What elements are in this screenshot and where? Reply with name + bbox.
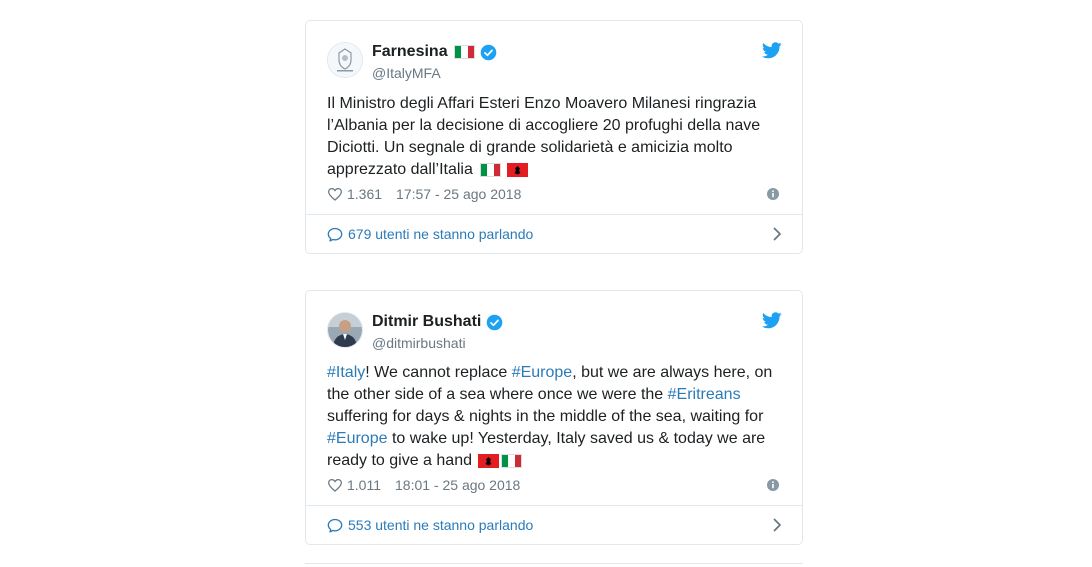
chevron-right-icon	[773, 227, 781, 241]
display-name[interactable]: Ditmir Bushati	[372, 312, 481, 332]
conversation-label: 553 utenti ne stanno parlando	[348, 517, 534, 533]
page-divider	[305, 563, 803, 564]
user-handle[interactable]: @ItalyMFA	[372, 64, 441, 82]
tweet-text-line: #Europe to wake up! Yesterday, Italy sav…	[327, 430, 766, 447]
like-count[interactable]: 1.011	[347, 476, 381, 494]
hashtag-link[interactable]: #Europe	[512, 364, 573, 381]
avatar[interactable]	[327, 312, 363, 348]
user-handle[interactable]: @ditmirbushati	[372, 334, 466, 352]
tweet-text-line: suffering for days & nights in the middl…	[327, 408, 764, 425]
conversation-link[interactable]: 679 utenti ne stanno parlando	[327, 225, 782, 243]
embedded-tweet: Farnesina @ItalyMFA Il Ministro degli Af…	[305, 20, 803, 254]
italy-flag-icon	[479, 163, 501, 177]
albania-flag-icon	[478, 454, 499, 468]
speech-bubble-icon	[327, 227, 343, 241]
heart-icon[interactable]	[327, 478, 343, 492]
embedded-tweet: Ditmir Bushati @ditmirbushati #Italy! We…	[305, 290, 803, 545]
farnesina-emblem-icon	[328, 43, 362, 77]
italy-flag-icon	[501, 454, 522, 468]
conversation-link[interactable]: 553 utenti ne stanno parlando	[327, 516, 782, 534]
speech-bubble-icon	[327, 518, 343, 532]
conversation-label: 679 utenti ne stanno parlando	[348, 226, 534, 242]
divider	[306, 505, 802, 506]
verified-badge-icon	[480, 44, 496, 60]
user-photo-icon	[328, 313, 362, 347]
tweet-text: #Italy! We cannot replace #Europe, but w…	[327, 362, 782, 472]
info-icon[interactable]	[767, 188, 779, 200]
tweet-text-line: the other side of a sea where once we we…	[327, 386, 741, 403]
tweet-text-line: ready to give a hand	[327, 450, 782, 472]
twitter-bird-icon[interactable]	[762, 312, 782, 329]
italy-flag-icon	[453, 45, 475, 59]
tweet-text-line: apprezzato dall’Italia	[327, 159, 782, 181]
albania-flag-icon	[506, 163, 528, 177]
twitter-bird-icon[interactable]	[762, 42, 782, 59]
info-icon[interactable]	[767, 479, 779, 491]
timestamp[interactable]: 18:01 - 25 ago 2018	[395, 476, 520, 494]
divider	[306, 214, 802, 215]
hashtag-link[interactable]: #Eritreans	[668, 386, 741, 403]
tweet-meta: 1.011 18:01 - 25 ago 2018	[327, 476, 520, 494]
like-count[interactable]: 1.361	[347, 185, 382, 203]
tweet-text: Il Ministro degli Affari Esteri Enzo Moa…	[327, 93, 782, 181]
avatar[interactable]	[327, 42, 363, 78]
verified-badge-icon	[487, 314, 503, 330]
chevron-right-icon	[773, 518, 781, 532]
tweet-text-line: #Italy! We cannot replace #Europe, but w…	[327, 364, 773, 381]
timestamp[interactable]: 17:57 - 25 ago 2018	[396, 185, 521, 203]
tweet-meta: 1.361 17:57 - 25 ago 2018	[327, 185, 521, 203]
display-name[interactable]: Farnesina	[372, 42, 448, 62]
tweet-text-line: Il Ministro degli Affari Esteri Enzo Moa…	[327, 95, 757, 112]
hashtag-link[interactable]: #Europe	[327, 430, 388, 447]
tweet-text-line: l’Albania per la decisione di accogliere…	[327, 117, 761, 134]
heart-icon[interactable]	[327, 187, 343, 201]
tweet-text-line: Diciotti. Un segnale di grande solidarie…	[327, 139, 733, 156]
hashtag-link[interactable]: #Italy	[327, 364, 365, 381]
